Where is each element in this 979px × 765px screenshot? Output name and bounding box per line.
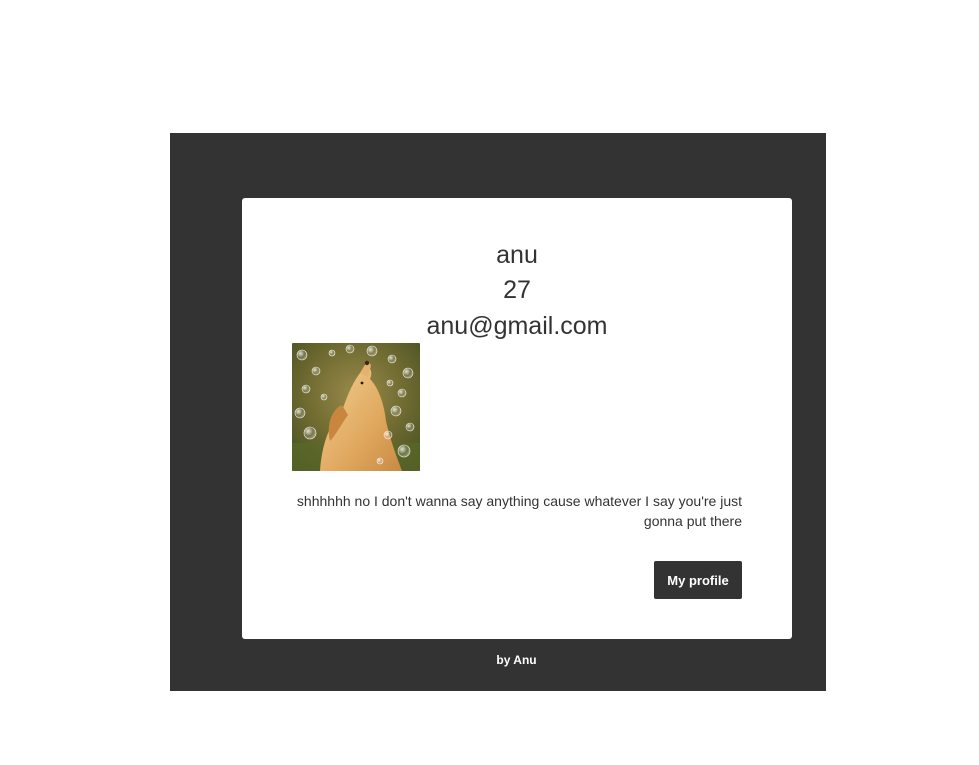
my-profile-button[interactable]: My profile xyxy=(654,561,742,599)
dog-photo-icon xyxy=(292,343,420,471)
profile-card: anu 27 anu@gmail.com shhhhhh no I don't … xyxy=(242,198,792,639)
page-frame: anu 27 anu@gmail.com shhhhhh no I don't … xyxy=(170,133,826,691)
footer-credit: by Anu xyxy=(496,653,537,667)
profile-age: 27 xyxy=(503,276,531,304)
profile-bio: shhhhhh no I don't wanna say anything ca… xyxy=(296,493,742,529)
profile-email: anu@gmail.com xyxy=(426,312,608,340)
profile-photo xyxy=(292,343,420,471)
profile-name: anu xyxy=(496,241,538,269)
